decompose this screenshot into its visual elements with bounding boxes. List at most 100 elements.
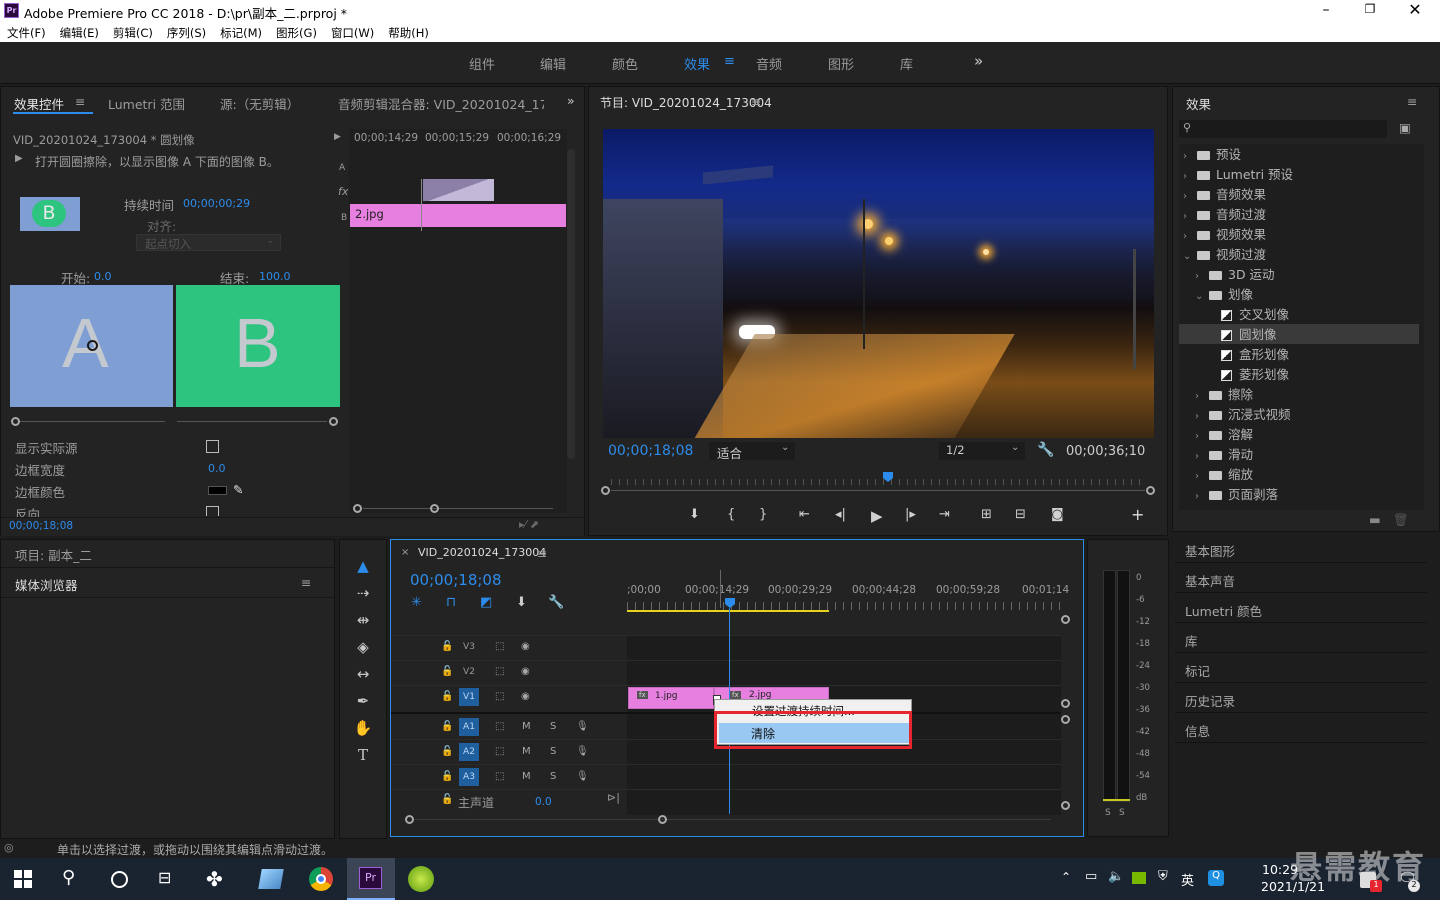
eye-icon[interactable]: ◉ (521, 666, 530, 677)
chevron-right-icon[interactable]: › (1195, 271, 1209, 282)
pen-tool-icon[interactable]: ✒ (350, 692, 376, 714)
workspace-menu-icon[interactable]: ≡ (724, 54, 735, 69)
show-actual-sources-checkbox[interactable] (206, 440, 219, 453)
linked-selection-icon[interactable]: ◩ (480, 595, 492, 610)
minimize-button[interactable]: – (1316, 2, 1336, 20)
sync-lock-icon[interactable]: ⬚ (495, 691, 504, 702)
lock-icon[interactable]: 🔓 (441, 771, 453, 782)
sync-lock-icon[interactable]: ⬚ (495, 721, 504, 732)
security-icon[interactable]: ⛨ (1158, 869, 1168, 884)
audio-track-label[interactable]: A3 (459, 768, 479, 786)
chevron-right-icon[interactable]: › (1195, 411, 1209, 422)
start-value[interactable]: 0.0 (94, 270, 112, 283)
mini-clip[interactable]: 2.jpg (350, 204, 566, 227)
extract-icon[interactable]: ⊟ (1015, 507, 1026, 522)
menu-sequence[interactable]: 序列(S) (167, 25, 206, 41)
chevron-right-icon[interactable]: › (1195, 431, 1209, 442)
menu-marker[interactable]: 标记(M) (220, 25, 262, 41)
master-goto-icon[interactable]: ⊳| (607, 791, 620, 804)
step-back-icon[interactable]: ◂| (835, 507, 846, 522)
effects-tree-item[interactable]: 盒形划像 (1179, 344, 1419, 364)
media-browser-title[interactable]: 媒体浏览器 (15, 575, 78, 594)
export-frame-icon[interactable]: ◙ (1051, 507, 1064, 522)
track-select-tool-icon[interactable]: ⇢ (350, 584, 376, 606)
menu-file[interactable]: 文件(F) (7, 25, 46, 41)
timeline-h-scroll[interactable] (405, 815, 1061, 827)
timeline-ruler[interactable] (627, 602, 1061, 610)
add-marker-icon[interactable]: ⬇ (689, 507, 700, 522)
task-view-icon[interactable]: ⊟ (158, 868, 171, 887)
effects-tree-item[interactable]: 圆划像 (1179, 324, 1419, 344)
pinwheel-app-icon[interactable]: ✤ (206, 867, 223, 891)
chevron-down-icon[interactable]: ⌄ (1195, 291, 1209, 302)
video-track-label[interactable]: V3 (459, 638, 479, 656)
program-menu-icon[interactable]: ≡ (751, 94, 761, 109)
solo-left-button[interactable]: S (1105, 808, 1111, 818)
workspace-tab-audio[interactable]: 音频 (756, 54, 782, 73)
chevron-right-icon[interactable]: › (1183, 211, 1197, 222)
network-icon[interactable]: ▭ (1085, 869, 1097, 884)
maximize-button[interactable]: ❐ (1360, 2, 1380, 20)
start-slider[interactable] (11, 417, 169, 429)
mute-button[interactable]: M (522, 721, 531, 732)
nest-icon[interactable]: ✳ (411, 595, 422, 610)
panel-menu-icon[interactable]: ≡ (75, 94, 85, 109)
duration-value[interactable]: 00;00;00;29 (183, 197, 250, 210)
audio-track-label[interactable]: A2 (459, 743, 479, 761)
effects-tree-item[interactable]: ⌄ 划像 (1179, 284, 1419, 304)
panel-essential-sound[interactable]: 基本声音 (1175, 564, 1427, 593)
panel-overflow-icon[interactable]: » (567, 93, 575, 108)
lock-icon[interactable]: 🔓 (441, 666, 453, 677)
solo-button[interactable]: S (550, 771, 556, 782)
audio-track-label[interactable]: A1 (459, 718, 479, 736)
microphone-icon[interactable]: 🎙 (576, 771, 589, 782)
effects-tree-item[interactable]: › 音频效果 (1179, 184, 1419, 204)
mark-in-icon[interactable]: { (727, 507, 735, 522)
microphone-icon[interactable]: 🎙 (576, 746, 589, 757)
go-to-in-icon[interactable]: ⇤ (799, 507, 810, 522)
workspace-tab-editing[interactable]: 编辑 (540, 54, 566, 73)
project-title[interactable]: 项目: 副本_二 (15, 545, 92, 564)
sync-lock-icon[interactable]: ⬚ (495, 771, 504, 782)
border-color-swatch[interactable] (208, 486, 227, 495)
timeline-v-scroll[interactable] (1061, 615, 1071, 815)
chevron-right-icon[interactable]: › (1195, 451, 1209, 462)
selection-tool-icon[interactable]: ▲ (350, 557, 376, 579)
workspace-tab-libraries[interactable]: 库 (900, 54, 913, 73)
razor-tool-icon[interactable]: ◈ (350, 638, 376, 660)
timeline-settings-icon[interactable]: 🔧 (548, 595, 564, 610)
lift-icon[interactable]: ⊞ (981, 507, 992, 522)
go-to-out-icon[interactable]: ⇥ (939, 507, 950, 522)
ime-indicator[interactable]: 英 (1181, 870, 1194, 889)
mini-scrollbar[interactable] (567, 149, 575, 459)
program-video-frame[interactable] (603, 129, 1154, 438)
fit-dropdown[interactable]: 适合 ⌄ (709, 442, 795, 461)
close-sequence-icon[interactable]: × (401, 547, 409, 558)
effects-tree-item[interactable]: 菱形划像 (1179, 364, 1419, 384)
chevron-down-icon[interactable]: ⌄ (1183, 251, 1197, 262)
lock-icon[interactable]: 🔓 (441, 746, 453, 757)
menu-window[interactable]: 窗口(W) (331, 25, 374, 41)
clip-1[interactable]: fx 1.jpg (628, 687, 714, 709)
sync-lock-icon[interactable]: ⬚ (495, 746, 504, 757)
master-value[interactable]: 0.0 (535, 796, 552, 808)
step-forward-icon[interactable]: |▸ (905, 507, 916, 522)
solo-button[interactable]: S (550, 721, 556, 732)
chevron-right-icon[interactable]: › (1183, 151, 1197, 162)
work-area-bar[interactable] (627, 610, 829, 612)
ripple-edit-tool-icon[interactable]: ⇹ (350, 611, 376, 633)
mini-transition-block[interactable] (423, 179, 494, 201)
effects-tree-item[interactable]: › Lumetri 预设 (1179, 164, 1419, 184)
chevron-right-icon[interactable]: › (1195, 491, 1209, 502)
chevron-right-icon[interactable]: › (1195, 391, 1209, 402)
video-track-label[interactable]: V2 (459, 663, 479, 681)
border-width-value[interactable]: 0.0 (208, 462, 226, 475)
panel-essential-graphics[interactable]: 基本图形 (1175, 534, 1427, 563)
effects-search-input[interactable]: ⚲ (1179, 120, 1387, 138)
green-app-icon[interactable] (408, 866, 434, 892)
chevron-right-icon[interactable]: › (1183, 191, 1197, 202)
workspace-more-icon[interactable]: » (974, 52, 983, 70)
workspace-tab-effects[interactable]: 效果 (684, 54, 710, 73)
microphone-icon[interactable]: 🎙 (576, 721, 589, 732)
footer-icons[interactable]: ▸⁄ ⬈ (519, 518, 539, 531)
